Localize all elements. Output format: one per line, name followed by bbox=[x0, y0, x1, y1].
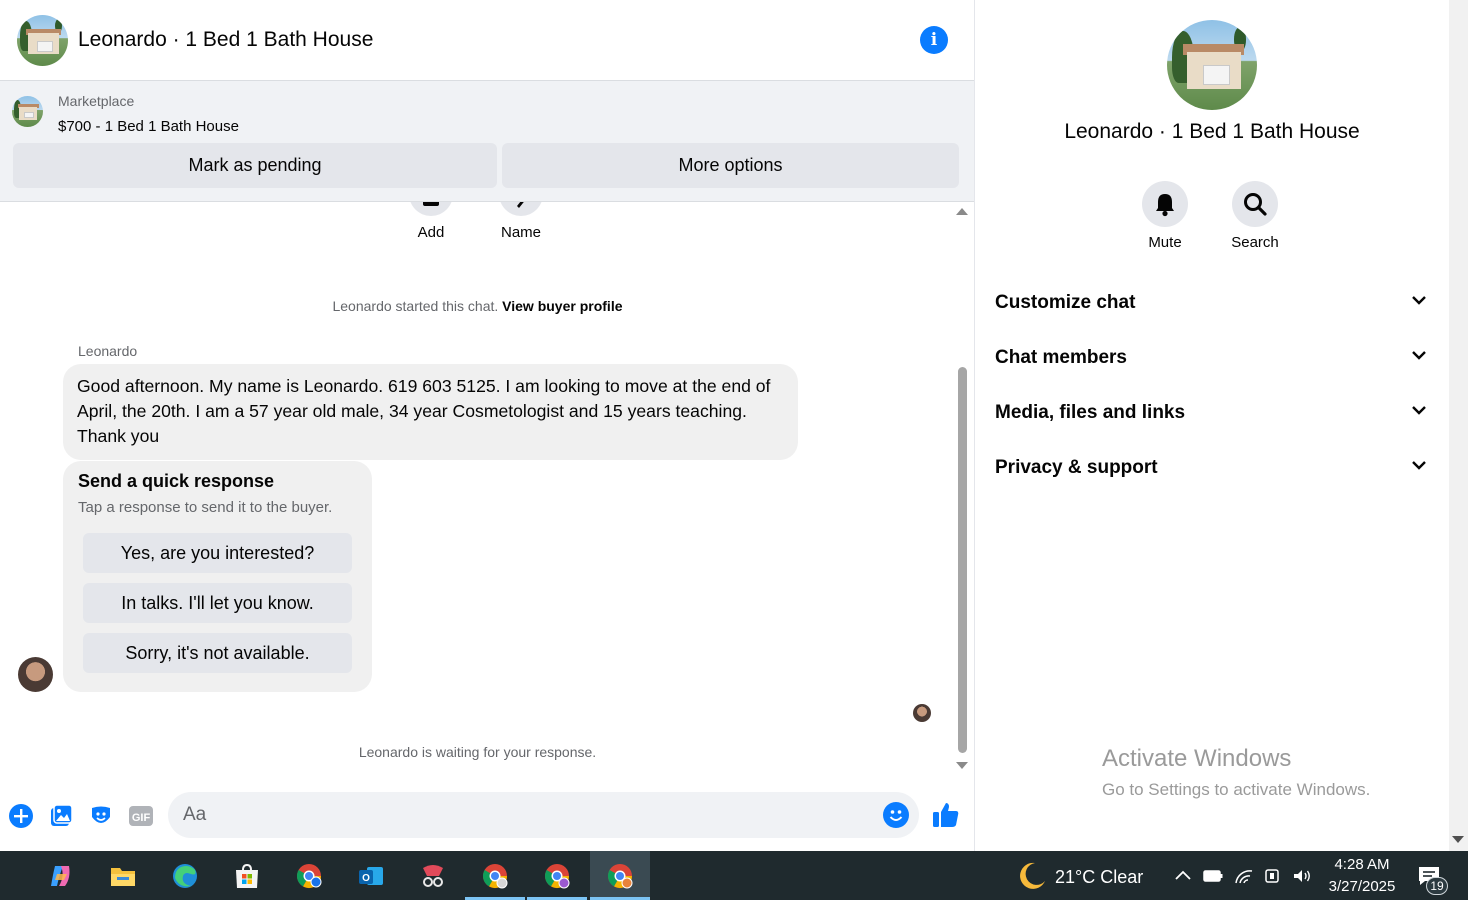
scroll-down-arrow-icon[interactable] bbox=[1452, 836, 1464, 843]
meet-now-icon[interactable] bbox=[1263, 867, 1283, 885]
wifi-icon[interactable] bbox=[1234, 867, 1254, 885]
chevron-up-icon[interactable] bbox=[1173, 867, 1193, 885]
quick-response-in-talks-button[interactable]: In talks. I'll let you know. bbox=[83, 583, 352, 623]
add-label: Add bbox=[417, 224, 445, 241]
chat-panel: Leonardo · 1 Bed 1 Bath House i Marketpl… bbox=[0, 0, 975, 851]
page-scrollbar[interactable] bbox=[1449, 0, 1468, 851]
section-customize-chat[interactable]: Customize chat bbox=[995, 282, 1429, 322]
waiting-notice: Leonardo is waiting for your response. bbox=[358, 744, 597, 760]
copilot-icon[interactable] bbox=[31, 851, 91, 900]
name-label: Name bbox=[500, 224, 541, 241]
like-icon[interactable] bbox=[931, 800, 961, 830]
messenger-window: Leonardo · 1 Bed 1 Bath House i Marketpl… bbox=[0, 0, 1468, 900]
activate-windows-watermark: Activate Windows bbox=[1102, 745, 1292, 772]
more-options-button[interactable]: More options bbox=[502, 143, 959, 188]
volume-icon[interactable] bbox=[1292, 867, 1312, 885]
chevron-down-icon bbox=[1412, 351, 1426, 360]
svg-text:O: O bbox=[362, 873, 370, 884]
conversation-info-panel: Leonardo · 1 Bed 1 Bath House Mute Searc… bbox=[975, 0, 1449, 851]
file-explorer-icon[interactable] bbox=[93, 851, 153, 900]
section-media-files-links[interactable]: Media, files and links bbox=[995, 392, 1429, 432]
quick-response-subtitle: Tap a response to send it to the buyer. bbox=[78, 499, 333, 516]
windows-taskbar: O 21°C Clear 4:28 AM 3/27/2025 19 bbox=[0, 851, 1468, 900]
outlook-icon[interactable]: O bbox=[341, 851, 401, 900]
quick-response-not-available-button[interactable]: Sorry, it's not available. bbox=[83, 633, 352, 673]
moon-icon bbox=[1020, 862, 1045, 889]
snipping-tool-icon[interactable] bbox=[403, 851, 463, 900]
section-label: Media, files and links bbox=[995, 402, 1186, 423]
scroll-up-arrow-icon[interactable] bbox=[956, 208, 968, 215]
chrome-profile-2-icon[interactable] bbox=[527, 851, 587, 900]
chat-title[interactable]: Leonardo · 1 Bed 1 Bath House bbox=[78, 28, 373, 52]
section-label: Chat members bbox=[995, 347, 1127, 368]
add-person-button[interactable] bbox=[409, 202, 453, 216]
scroll-thumb[interactable] bbox=[958, 367, 967, 753]
name-button[interactable] bbox=[499, 202, 543, 216]
plus-icon[interactable] bbox=[8, 803, 34, 829]
listing-source: Marketplace bbox=[58, 93, 135, 109]
section-privacy-support[interactable]: Privacy & support bbox=[995, 447, 1429, 487]
pencil-icon bbox=[517, 202, 524, 208]
activate-windows-hint: Go to Settings to activate Windows. bbox=[1102, 780, 1371, 799]
add-person-icon bbox=[423, 202, 439, 206]
mute-button[interactable]: Mute bbox=[1125, 181, 1205, 251]
bell-icon bbox=[1156, 194, 1174, 217]
search-label: Search bbox=[1231, 234, 1279, 251]
chat-started-notice: Leonardo started this chat. View buyer p… bbox=[0, 298, 955, 314]
message-list: Add Name Leonardo started this chat. Vie… bbox=[0, 202, 955, 772]
section-label: Customize chat bbox=[995, 292, 1136, 313]
weather-text: 21°C Clear bbox=[1055, 867, 1144, 887]
chevron-down-icon bbox=[1412, 406, 1426, 415]
clock-date[interactable]: 3/27/2025 bbox=[1316, 878, 1408, 895]
section-label: Privacy & support bbox=[995, 457, 1158, 478]
chrome-profile-1-icon[interactable] bbox=[465, 851, 525, 900]
edge-icon[interactable] bbox=[155, 851, 215, 900]
info-panel-title: Leonardo · 1 Bed 1 Bath House bbox=[1064, 120, 1360, 143]
message-input[interactable] bbox=[168, 792, 919, 838]
section-chat-members[interactable]: Chat members bbox=[995, 337, 1429, 377]
message-bubble[interactable]: Good afternoon. My name is Leonardo. 619… bbox=[63, 364, 798, 460]
quick-response-card: Send a quick response Tap a response to … bbox=[63, 461, 372, 692]
search-button[interactable]: Search bbox=[1215, 181, 1295, 251]
photo-icon[interactable] bbox=[48, 803, 74, 829]
scroll-down-arrow-icon[interactable] bbox=[956, 762, 968, 769]
sender-avatar[interactable] bbox=[18, 657, 53, 692]
conversation-photo[interactable] bbox=[1167, 20, 1257, 110]
quick-response-title: Send a quick response bbox=[78, 471, 275, 491]
chat-header: Leonardo · 1 Bed 1 Bath House i bbox=[0, 0, 974, 81]
search-icon bbox=[1244, 193, 1267, 216]
svg-text:GIF: GIF bbox=[132, 812, 151, 824]
chrome-icon[interactable] bbox=[279, 851, 339, 900]
gif-icon[interactable]: GIF bbox=[128, 803, 154, 829]
chevron-down-icon bbox=[1412, 296, 1426, 305]
chat-started-text: Leonardo started this chat. bbox=[332, 298, 499, 314]
emoji-icon[interactable] bbox=[883, 802, 909, 828]
listing-thumbnail[interactable] bbox=[12, 96, 43, 127]
info-icon[interactable]: i bbox=[920, 26, 948, 54]
listing-name[interactable]: $700 - 1 Bed 1 Bath House bbox=[58, 118, 239, 135]
view-buyer-profile-link[interactable]: View buyer profile bbox=[502, 298, 622, 314]
battery-icon[interactable] bbox=[1203, 867, 1223, 885]
chevron-down-icon bbox=[1412, 461, 1426, 470]
mute-label: Mute bbox=[1148, 234, 1182, 251]
composer: GIF bbox=[0, 780, 974, 850]
sticker-icon[interactable] bbox=[88, 803, 114, 829]
store-icon[interactable] bbox=[217, 851, 277, 900]
notification-count-badge: 19 bbox=[1426, 877, 1448, 895]
message-scrollbar[interactable] bbox=[955, 205, 970, 775]
listing-bar: Marketplace $700 - 1 Bed 1 Bath House Ma… bbox=[0, 81, 974, 202]
listing-avatar[interactable] bbox=[17, 15, 68, 66]
clock-time[interactable]: 4:28 AM bbox=[1322, 856, 1402, 873]
chrome-profile-3-icon[interactable] bbox=[590, 851, 650, 900]
seen-receipt-avatar bbox=[913, 704, 931, 722]
quick-response-yes-button[interactable]: Yes, are you interested? bbox=[83, 533, 352, 573]
mark-as-pending-button[interactable]: Mark as pending bbox=[13, 143, 497, 188]
sender-name: Leonardo bbox=[78, 343, 138, 359]
